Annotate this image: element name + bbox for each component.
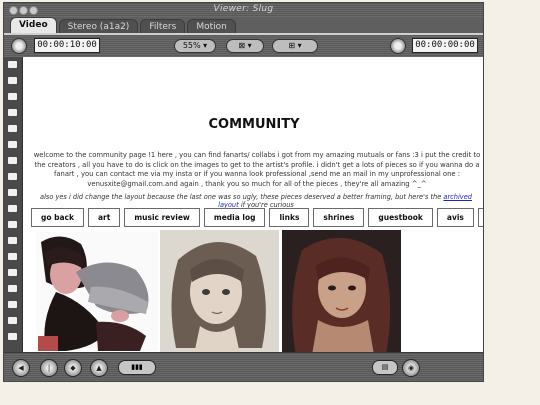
film-perforation — [8, 333, 17, 340]
film-perforation — [8, 253, 17, 260]
window-title: Viewer: Slug — [213, 4, 274, 14]
tab-video[interactable]: Video — [10, 17, 57, 34]
guestbook-button[interactable]: guestbook — [368, 208, 433, 227]
film-perforation — [8, 301, 17, 308]
mark-in-icon[interactable]: | — [40, 359, 58, 377]
nav-bar: go back art music review media log links… — [31, 208, 483, 227]
shuttle-icon[interactable]: ◉ — [402, 359, 420, 377]
fanart-drawing — [282, 230, 401, 355]
film-strip — [4, 57, 23, 355]
fanart-piece[interactable] — [36, 232, 158, 351]
page-title: COMMUNITY — [208, 117, 300, 132]
display-options-select[interactable]: ⊞ ▾ — [272, 39, 318, 53]
layout-note: also yes i did change the layout because… — [29, 193, 483, 209]
zoom-value: 55% — [182, 41, 201, 50]
film-perforation — [8, 173, 17, 180]
note-text-before: also yes i did change the layout because… — [40, 193, 442, 201]
intro-text: welcome to the community page !1 here , … — [33, 151, 481, 188]
film-perforation — [8, 237, 17, 244]
music-review-button[interactable]: music review — [124, 208, 200, 227]
transport-bar: ◀ | ◆ ▲ ▮▮▮ ▤ ◉ — [4, 352, 483, 381]
jog-control[interactable]: ▮▮▮ — [118, 360, 156, 375]
film-perforation — [8, 141, 17, 148]
match-frame-button[interactable]: ▤ — [372, 360, 398, 375]
film-perforation — [8, 269, 17, 276]
film-perforation — [8, 221, 17, 228]
go-back-button[interactable]: go back — [31, 208, 84, 227]
avis-button[interactable]: avis — [436, 208, 474, 227]
web-page: COMMUNITY welcome to the community page … — [23, 57, 483, 355]
links-button[interactable]: links — [269, 208, 310, 227]
tab-stereo[interactable]: Stereo (a1a2) — [58, 19, 139, 34]
film-perforation — [8, 189, 17, 196]
shrines-button[interactable]: shrines — [313, 208, 365, 227]
art-button[interactable]: art — [88, 208, 121, 227]
chevron-down-icon: ▾ — [203, 41, 208, 50]
duration-timecode[interactable]: 00:00:10:00 — [34, 38, 100, 53]
rewind-icon[interactable]: ◀ — [12, 359, 30, 377]
film-perforation — [8, 77, 17, 84]
view-mode-select[interactable]: ⊠ ▾ — [226, 39, 264, 53]
fanart-piece[interactable] — [282, 230, 401, 355]
film-perforation — [8, 317, 17, 324]
film-perforation — [8, 125, 17, 132]
shuttle-dial-icon[interactable] — [390, 38, 406, 54]
tab-filters[interactable]: Filters — [140, 19, 186, 34]
view-mode-icon: ⊠ — [238, 41, 246, 50]
current-timecode[interactable]: 00:00:00:00 — [412, 38, 478, 53]
fanart-drawing — [160, 230, 279, 354]
film-perforation — [8, 93, 17, 100]
add-marker-icon[interactable]: ◆ — [64, 359, 82, 377]
chevron-down-icon: ▾ — [247, 41, 252, 50]
drawbox-button[interactable]: drawbox — [477, 208, 483, 227]
viewer-window: Viewer: Slug Video Stereo (a1a2) Filters… — [3, 2, 484, 382]
zoom-select[interactable]: 55% ▾ — [174, 39, 216, 53]
tab-motion[interactable]: Motion — [187, 19, 236, 34]
film-perforation — [8, 61, 17, 68]
viewer-tabs: Video Stereo (a1a2) Filters Motion — [10, 17, 236, 34]
film-perforation — [8, 109, 17, 116]
viewer-toolbar: 00:00:10:00 55% ▾ ⊠ ▾ ⊞ ▾ 00:00:00:00 — [4, 35, 483, 57]
media-log-button[interactable]: media log — [203, 208, 266, 227]
play-icon[interactable]: ▲ — [90, 359, 108, 377]
film-perforation — [8, 157, 17, 164]
overlay-icon: ⊞ — [288, 41, 296, 50]
title-bar: Viewer: Slug — [4, 3, 483, 17]
film-perforation — [8, 285, 17, 292]
jog-dial-icon[interactable] — [11, 38, 27, 54]
fanart-piece[interactable] — [160, 230, 279, 354]
film-perforation — [8, 205, 17, 212]
chevron-down-icon: ▾ — [297, 41, 302, 50]
fanart-drawing — [38, 236, 149, 351]
